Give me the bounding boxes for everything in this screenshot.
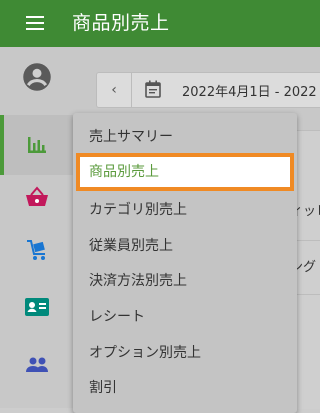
basket-icon[interactable] — [0, 168, 73, 228]
menu-item-sales-summary[interactable]: 売上サマリー — [73, 119, 297, 155]
date-range-label: 2022年4月1日 - 2022 — [182, 85, 317, 100]
menu-item-sales-by-product[interactable]: 商品別売上 — [76, 153, 294, 191]
date-range-bar[interactable]: ‹ 2022年4月1日 - 2022 — [96, 72, 320, 108]
menu-item-sales-by-category[interactable]: カテゴリ別売上 — [73, 192, 297, 228]
menu-item-discounts[interactable]: 割引 — [73, 370, 297, 406]
menu-icon[interactable] — [26, 16, 44, 30]
menu-item-sales-by-employee[interactable]: 従業員別売上 — [73, 228, 297, 264]
side-rail — [0, 47, 74, 408]
menu-item-receipts[interactable]: レシート — [73, 299, 297, 335]
report-menu: 売上サマリー 商品別売上 カテゴリ別売上 従業員別売上 決済方法別売上 レシート… — [73, 113, 297, 413]
page-title: 商品別売上 — [72, 12, 170, 34]
account-icon[interactable] — [0, 47, 73, 107]
app-bar: 商品別売上 — [0, 0, 320, 47]
prev-period-button[interactable]: ‹ — [97, 73, 132, 107]
people-icon[interactable] — [0, 335, 73, 395]
calendar-icon — [145, 80, 161, 102]
cart-icon[interactable] — [0, 220, 73, 280]
analytics-icon[interactable] — [0, 115, 73, 175]
id-card-icon[interactable] — [0, 277, 73, 337]
menu-item-sales-by-payment[interactable]: 決済方法別売上 — [73, 263, 297, 299]
menu-item-sales-by-option[interactable]: オプション別売上 — [73, 335, 297, 371]
